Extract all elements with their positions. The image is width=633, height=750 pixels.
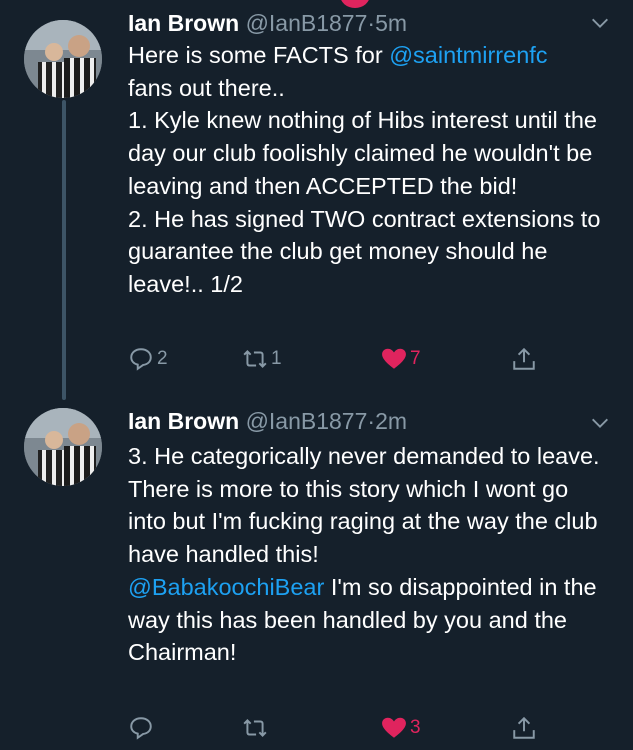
chevron-down-icon[interactable] <box>589 12 611 34</box>
tweet[interactable]: Ian Brown @IanB1877·5m Here is some FACT… <box>0 0 633 400</box>
tweet-header: Ian Brown @IanB1877·5m <box>128 6 407 40</box>
tweet-actions: 3 <box>128 713 548 743</box>
retweet-button[interactable]: 1 <box>242 344 282 374</box>
reply-button[interactable] <box>128 713 157 743</box>
reply-icon <box>130 717 152 740</box>
author-handle[interactable]: @IanB1877 <box>246 408 368 434</box>
tweet-text: Here is some FACTS for @saintmirrenfc fa… <box>128 39 608 301</box>
share-button[interactable] <box>511 344 537 374</box>
reply-count: 2 <box>157 348 168 369</box>
avatar[interactable] <box>24 20 102 98</box>
tweet-actions: 2 1 7 <box>128 344 548 374</box>
retweet-count: 1 <box>271 348 282 369</box>
retweet-icon <box>243 350 267 368</box>
tweet-text-part: fans out there.. 1. Kyle knew nothing of… <box>128 74 601 297</box>
like-icon <box>382 717 406 738</box>
like-button[interactable]: 3 <box>381 713 421 743</box>
mention-link[interactable]: @saintmirrenfc <box>389 42 547 68</box>
like-icon <box>382 348 406 369</box>
share-icon <box>513 347 535 370</box>
avatar-image <box>24 408 102 486</box>
reply-button[interactable]: 2 <box>128 344 168 374</box>
share-icon <box>513 716 535 739</box>
separator: · <box>367 10 376 36</box>
timestamp[interactable]: 5m <box>375 10 407 36</box>
chevron-down-icon[interactable] <box>589 412 611 434</box>
timestamp[interactable]: 2m <box>375 408 407 434</box>
thread-line <box>62 100 66 400</box>
like-count: 3 <box>410 717 421 738</box>
author-name[interactable]: Ian Brown <box>128 10 239 36</box>
author-name[interactable]: Ian Brown <box>128 408 239 434</box>
avatar-image <box>24 20 102 98</box>
tweet-text-part: 3. He categorically never demanded to le… <box>128 443 600 568</box>
retweet-icon <box>243 719 267 737</box>
like-count: 7 <box>410 348 421 369</box>
mention-link[interactable]: @BabakoochiBear <box>128 574 324 600</box>
avatar[interactable] <box>24 408 102 486</box>
tweet-header: Ian Brown @IanB1877·2m <box>128 404 407 438</box>
author-handle[interactable]: @IanB1877 <box>246 10 368 36</box>
share-button[interactable] <box>511 713 537 743</box>
retweet-button[interactable] <box>242 713 271 743</box>
like-button[interactable]: 7 <box>381 344 421 374</box>
tweet-text-part: Here is some FACTS for <box>128 42 390 68</box>
tweet-text: 3. He categorically never demanded to le… <box>128 440 608 669</box>
tweet[interactable]: Ian Brown @IanB1877·2m 3. He categorical… <box>0 400 633 750</box>
separator: · <box>367 408 376 434</box>
reply-icon <box>130 348 152 371</box>
